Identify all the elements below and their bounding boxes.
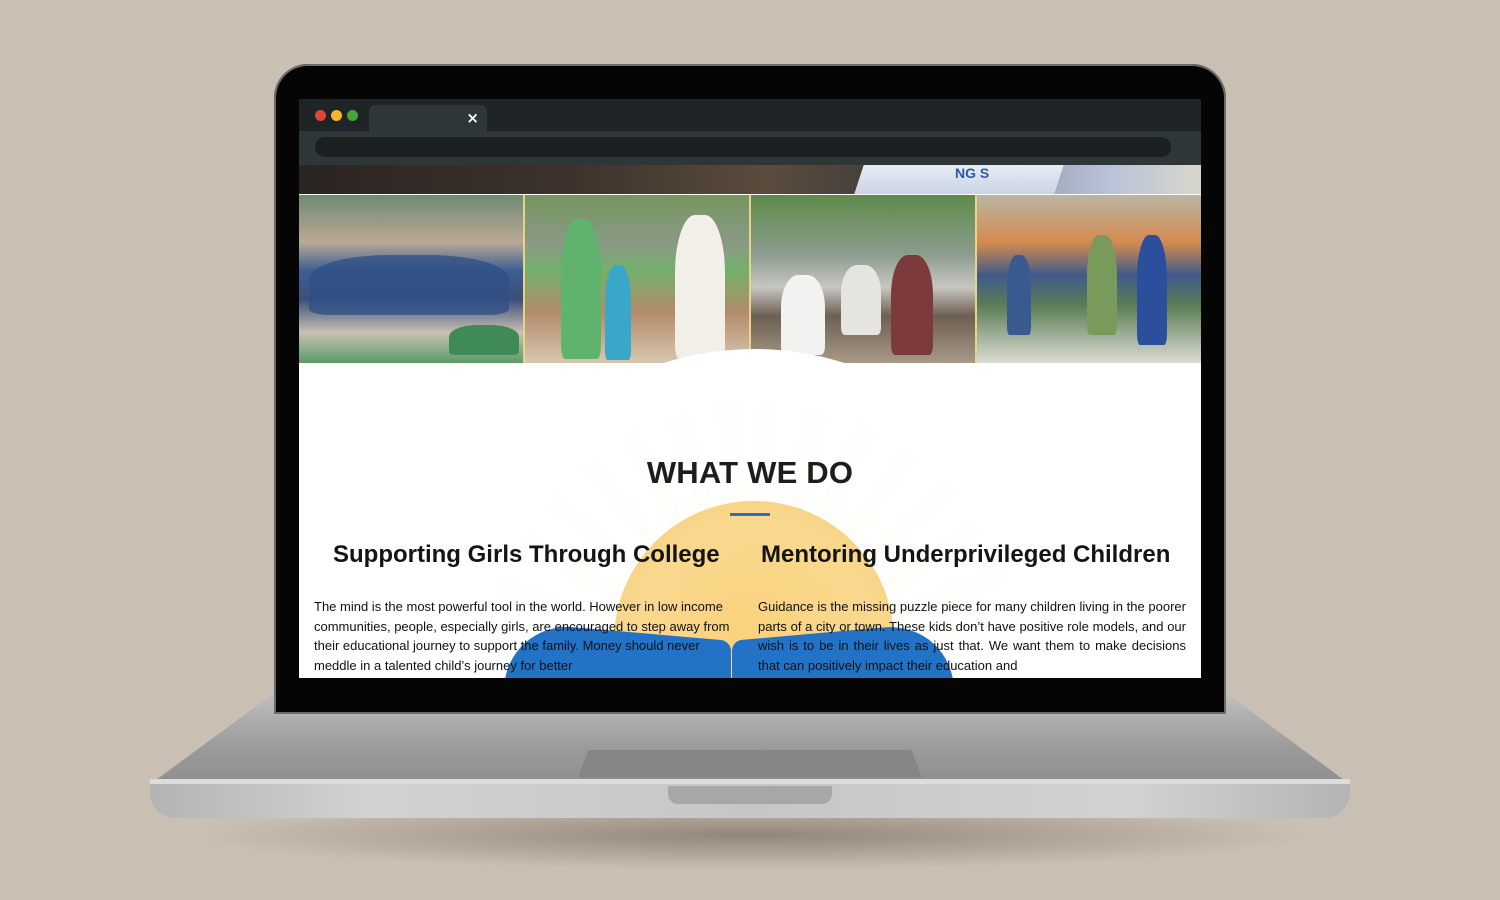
laptop-trackpad (578, 750, 922, 778)
column-text-girls-college: The mind is the most powerful tool in th… (314, 599, 730, 673)
title-underline (730, 513, 770, 516)
browser-titlebar: × (299, 99, 1201, 131)
close-window-button[interactable] (315, 110, 326, 121)
maximize-window-button[interactable] (347, 110, 358, 121)
hero-banner-bottom (299, 165, 1201, 194)
address-bar[interactable] (315, 137, 1171, 157)
hero-sign-text: NG S (955, 165, 990, 181)
photo-gallery (299, 195, 1201, 363)
browser-toolbar (299, 131, 1201, 165)
minimize-window-button[interactable] (331, 110, 342, 121)
gallery-photo[interactable] (525, 195, 749, 363)
browser-window: × NG S WHAT WE DO Supporting Girls Throu… (299, 99, 1201, 678)
gallery-photo[interactable] (299, 195, 523, 363)
section-title: WHAT WE DO (646, 455, 854, 490)
browser-tab[interactable]: × (369, 105, 487, 131)
column-heading-girls-college: Supporting Girls Through College (333, 541, 720, 568)
column-text-mentoring: Guidance is the missing puzzle piece for… (758, 599, 1186, 673)
close-icon[interactable]: × (466, 109, 479, 127)
column-heading-mentoring: Mentoring Underprivileged Children (761, 541, 1171, 568)
laptop-notch (668, 786, 832, 804)
gallery-photo[interactable] (977, 195, 1201, 363)
gallery-photo[interactable] (751, 195, 975, 363)
